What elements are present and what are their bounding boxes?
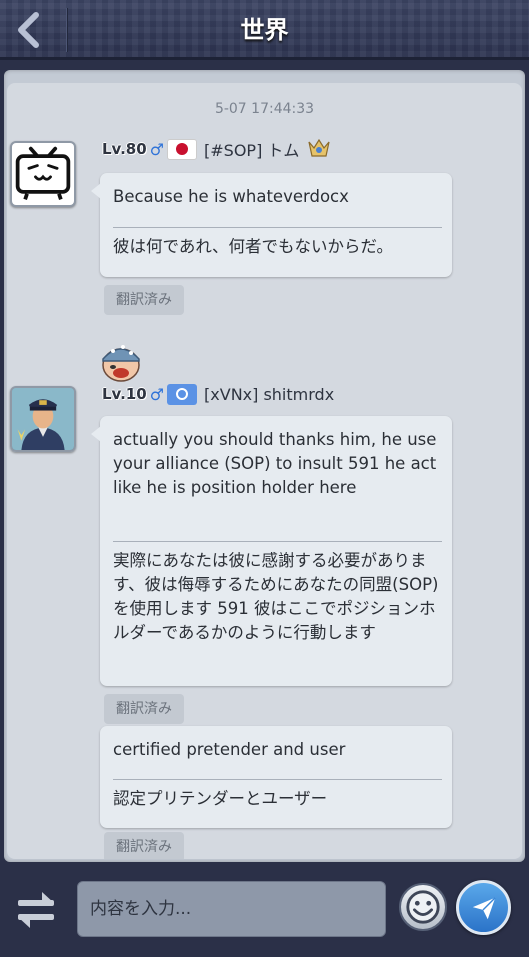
level-label: Lv.80 [102, 140, 147, 158]
translated-badge[interactable]: 翻訳済み [104, 694, 184, 724]
player-name[interactable]: [#SOP] トム [204, 137, 299, 161]
level-label: Lv.10 [102, 385, 147, 403]
avatar[interactable] [10, 386, 76, 452]
avatar[interactable] [10, 141, 76, 207]
soldier-sticker [102, 345, 140, 382]
header-bar: 世界 [0, 0, 529, 60]
translated-badge[interactable]: 翻訳済み [104, 832, 184, 859]
chat-panel[interactable]: 5-07 17:44:33 Lv.80 ♂ [#SOP] トム Because … [4, 70, 525, 862]
chat-list[interactable]: 5-07 17:44:33 Lv.80 ♂ [#SOP] トム Because … [7, 83, 522, 859]
message-translation: 実際にあなたは彼に感謝する必要があります、彼は侮辱するためにあなたの同盟(SOP… [113, 551, 439, 642]
player-name[interactable]: [xVNx] shitmrdx [204, 385, 334, 404]
bilibili-tv-icon [15, 146, 71, 200]
back-button[interactable] [0, 0, 56, 60]
message-original: Because he is whateverdocx [113, 187, 349, 206]
message-bubble[interactable]: Because he is whateverdocx 彼は何であれ、何者でもない… [91, 173, 452, 277]
male-icon: ♂ [149, 139, 165, 159]
message-translation: 彼は何であれ、何者でもないからだ。 [113, 237, 394, 256]
switch-channel-icon[interactable] [14, 890, 58, 930]
officer-portrait-icon [12, 388, 74, 450]
message-translation: 認定プリテンダーとユーザー [113, 789, 328, 808]
un-flag-icon [167, 383, 198, 405]
input-bar [0, 862, 529, 957]
japan-flag-icon [167, 138, 198, 160]
message-bubble[interactable]: actually you should thanks him, he use y… [91, 416, 452, 686]
sender-info: Lv.10 ♂ [xVNx] shitmrdx [102, 381, 334, 407]
rank-badge-icon [308, 138, 331, 157]
translated-badge[interactable]: 翻訳済み [104, 285, 184, 315]
smiley-icon [406, 890, 440, 924]
message-original: certified pretender and user [113, 740, 346, 759]
chevron-left-icon [18, 12, 39, 48]
message-divider [113, 227, 442, 228]
emoji-button[interactable] [399, 883, 447, 931]
message-original: actually you should thanks him, he use y… [113, 430, 437, 497]
chat-input[interactable] [77, 881, 386, 937]
page-title: 世界 [240, 16, 289, 44]
send-icon [472, 896, 496, 919]
message-divider [113, 541, 442, 542]
header-divider [66, 8, 68, 52]
send-button[interactable] [456, 880, 511, 935]
male-icon: ♂ [149, 384, 165, 404]
message-divider [113, 779, 442, 780]
message-timestamp: 5-07 17:44:33 [214, 101, 315, 117]
message-bubble[interactable]: certified pretender and user 認定プリテンダーとユー… [100, 726, 452, 828]
sender-info: Lv.80 ♂ [#SOP] トム [102, 136, 331, 162]
